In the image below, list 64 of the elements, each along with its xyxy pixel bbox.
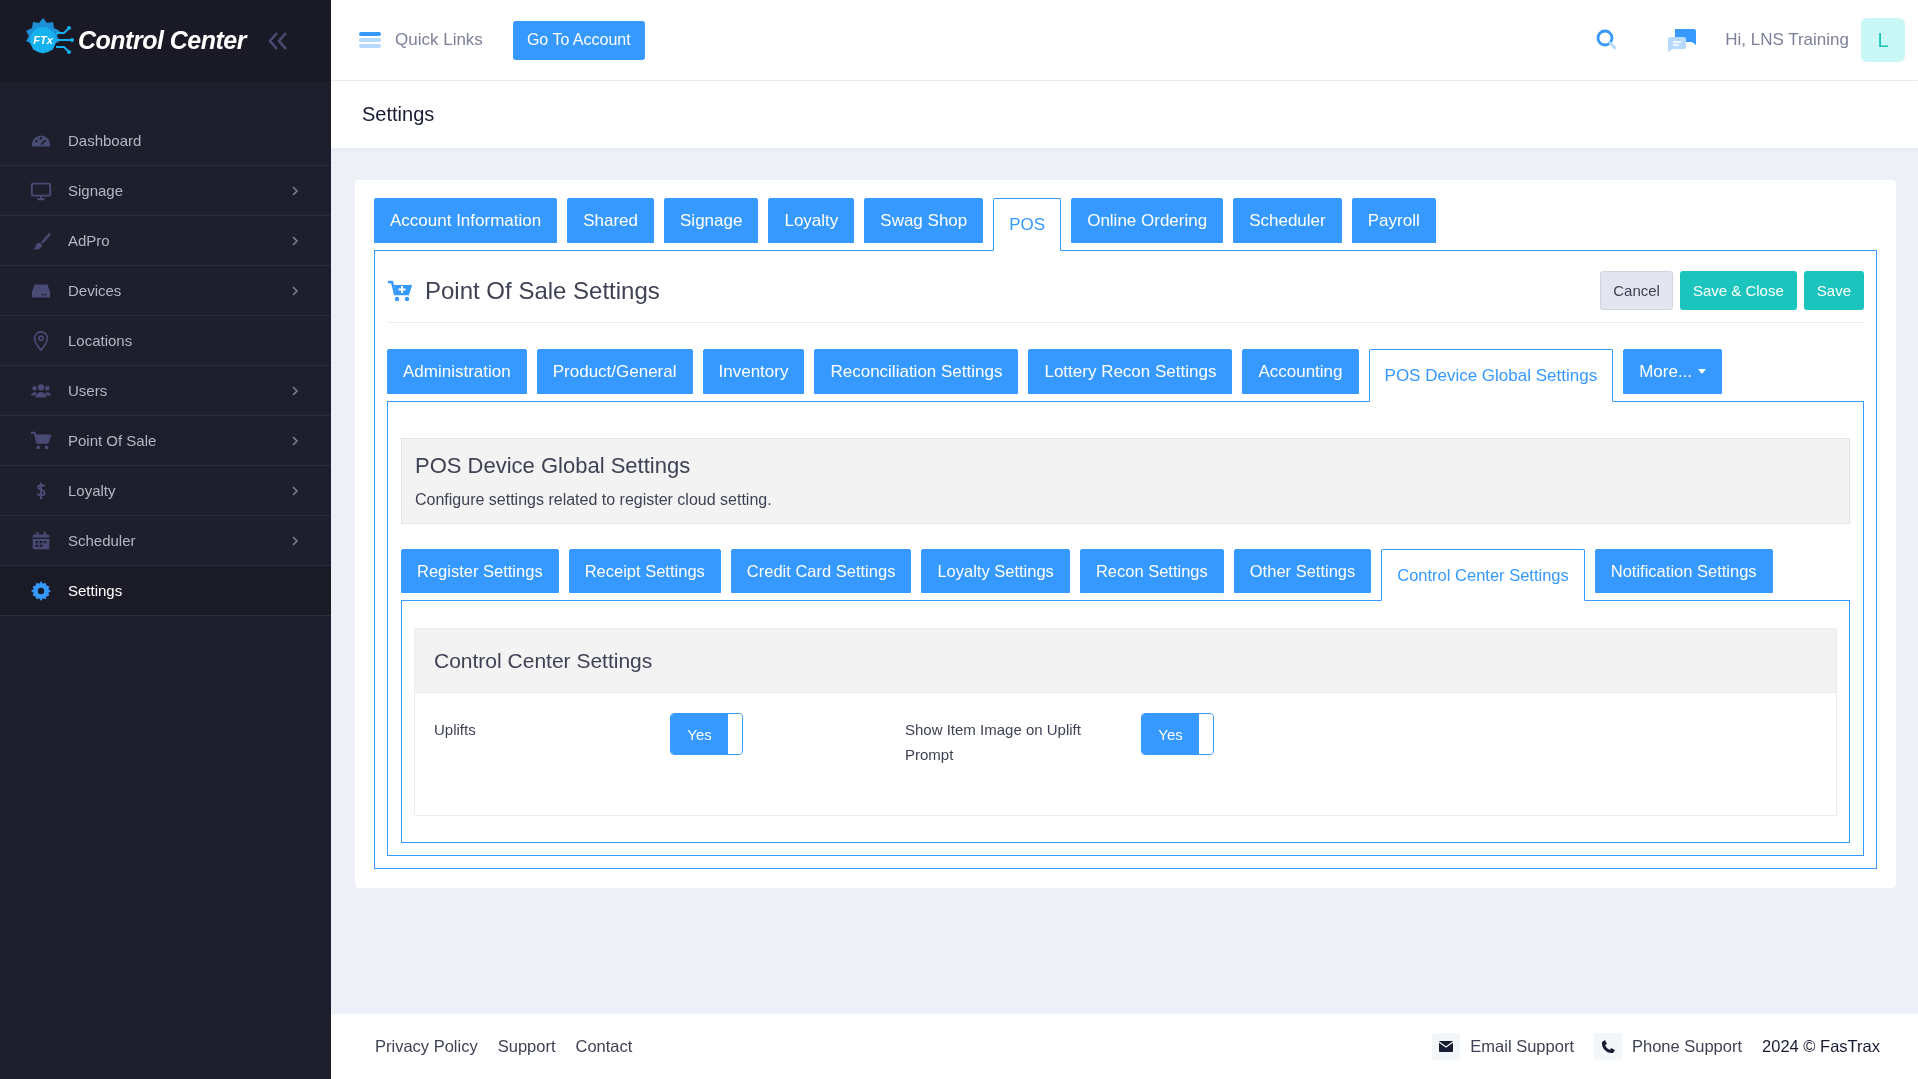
tab[interactable]: Register Settings [401, 549, 559, 593]
tab[interactable]: Product/General [536, 349, 693, 394]
toggle-switch[interactable]: Yes [1141, 713, 1214, 755]
tab[interactable]: Control Center Settings [1381, 549, 1585, 601]
save-button[interactable]: Save [1803, 271, 1864, 310]
footer-link[interactable]: Privacy Policy [375, 1037, 478, 1056]
more-dropdown-button[interactable]: More... [1623, 349, 1723, 394]
tab[interactable]: Recon Settings [1079, 549, 1224, 593]
tab[interactable]: Online Ordering [1071, 198, 1224, 243]
caret-icon [1698, 369, 1707, 374]
phone-support-link[interactable]: Phone Support [1631, 1037, 1743, 1056]
tab[interactable]: Other Settings [1233, 549, 1372, 593]
sidebar-item[interactable]: Point Of Sale [0, 416, 331, 466]
footer-link[interactable]: Support [497, 1037, 556, 1056]
tab[interactable]: Credit Card Settings [730, 549, 912, 593]
sidebar-item[interactable]: Dashboard [0, 116, 331, 166]
settings-icon [30, 579, 52, 602]
save-button[interactable]: Save & Close [1679, 271, 1797, 310]
chat-icon[interactable] [1667, 27, 1698, 53]
tab[interactable]: Signage [664, 198, 759, 243]
sidebar-item[interactable]: Users [0, 366, 331, 416]
tab[interactable]: Loyalty [768, 198, 855, 243]
tab[interactable]: Swag Shop [864, 198, 984, 243]
sidebar-item[interactable]: Devices [0, 266, 331, 316]
sidebar-item[interactable]: Settings [0, 566, 331, 616]
tab[interactable]: Account Information [374, 198, 558, 243]
page-title: Settings [362, 103, 435, 126]
tab[interactable]: Inventory [702, 349, 805, 394]
logo-label: FTx [32, 32, 54, 48]
calendar-icon [30, 529, 52, 552]
quick-links-button[interactable]: Quick Links [359, 30, 483, 50]
menu-icon [359, 31, 381, 49]
user-avatar[interactable]: L [1861, 18, 1905, 62]
sidebar-item[interactable]: Signage [0, 166, 331, 216]
email-support-link[interactable]: Email Support [1470, 1037, 1574, 1056]
section-title: Point Of Sale Settings [425, 276, 660, 305]
tab[interactable]: Loyalty Settings [921, 549, 1070, 593]
tab[interactable]: POS Device Global Settings [1368, 349, 1614, 402]
user-greeting[interactable]: Hi, LNS Training [1725, 30, 1849, 50]
tab[interactable]: Receipt Settings [568, 549, 721, 593]
tab[interactable]: POS [993, 198, 1062, 251]
tab[interactable]: Payroll [1351, 198, 1436, 243]
phone-icon [1593, 1033, 1622, 1060]
go-to-account-button[interactable]: Go To Account [512, 20, 645, 60]
card-title: Control Center Settings [415, 629, 1836, 693]
tab[interactable]: Notification Settings [1594, 549, 1773, 593]
logo-text: Control Center [78, 26, 246, 55]
tab[interactable]: Accounting [1242, 349, 1359, 394]
tab[interactable]: Lottery Recon Settings [1028, 349, 1233, 394]
footer-link[interactable]: Contact [575, 1037, 633, 1056]
cart-icon [30, 429, 52, 452]
tab[interactable]: Shared [567, 198, 655, 243]
tab[interactable]: Reconciliation Settings [814, 349, 1019, 394]
cart-plus-icon [387, 278, 413, 303]
copyright-text: 2024 © FasTrax [1762, 1037, 1880, 1056]
tab[interactable]: Administration [387, 349, 527, 394]
setting-label: Show Item Image on Uplift Prompt [905, 720, 1082, 765]
toggle-switch[interactable]: Yes [670, 713, 743, 755]
section-description: Configure settings related to register cloud setting. [415, 491, 773, 509]
tab[interactable]: Scheduler [1233, 198, 1342, 243]
setting-label: Uplifts [434, 720, 476, 740]
cancel-button[interactable]: Cancel [1600, 271, 1673, 310]
email-icon [1432, 1033, 1461, 1060]
section-title: POS Device Global Settings [415, 453, 692, 479]
